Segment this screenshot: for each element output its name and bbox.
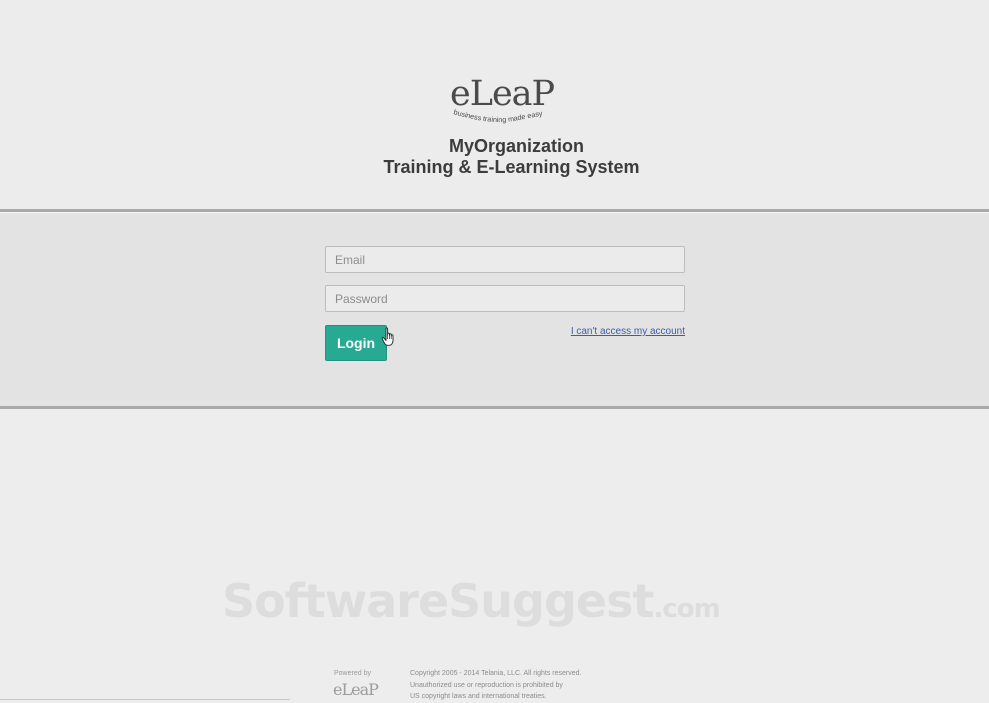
watermark-tld: .com — [653, 594, 720, 624]
system-title: Training & E-Learning System — [383, 157, 640, 177]
login-button[interactable]: Login — [325, 325, 387, 361]
cant-access-account-link[interactable]: I can't access my account — [560, 326, 685, 337]
password-input[interactable] — [325, 285, 685, 312]
footer-eleap-logo: eLeaP — [333, 680, 379, 699]
powered-by-label: Powered by — [334, 670, 371, 677]
header: eLeaP business training made easy MyOrga… — [0, 0, 989, 210]
logo-wordmark: eLeaP — [450, 74, 555, 114]
copyright-line: Copyright 2005 - 2014 Telania, LLC. All … — [410, 670, 582, 677]
hand-pointer-icon — [381, 327, 394, 346]
softwaresuggest-watermark: SoftwareSuggest.com — [222, 574, 721, 628]
footer-divider — [0, 699, 290, 700]
email-input[interactable] — [325, 246, 685, 273]
watermark-main: SoftwareSuggest — [222, 574, 654, 628]
organization-name: MyOrganization — [448, 136, 584, 156]
logo-tagline-text: business training made easy — [453, 109, 544, 124]
eleap-logo: eLeaP business training made easy — [448, 74, 568, 130]
copyright-line: Unauthorized use or reproduction is proh… — [410, 681, 563, 689]
copyright-notice: Copyright 2005 - 2014 Telania, LLC. All … — [410, 668, 581, 703]
svg-text:business training made easy: business training made easy — [453, 109, 544, 124]
logo-tagline: business training made easy — [453, 109, 544, 124]
